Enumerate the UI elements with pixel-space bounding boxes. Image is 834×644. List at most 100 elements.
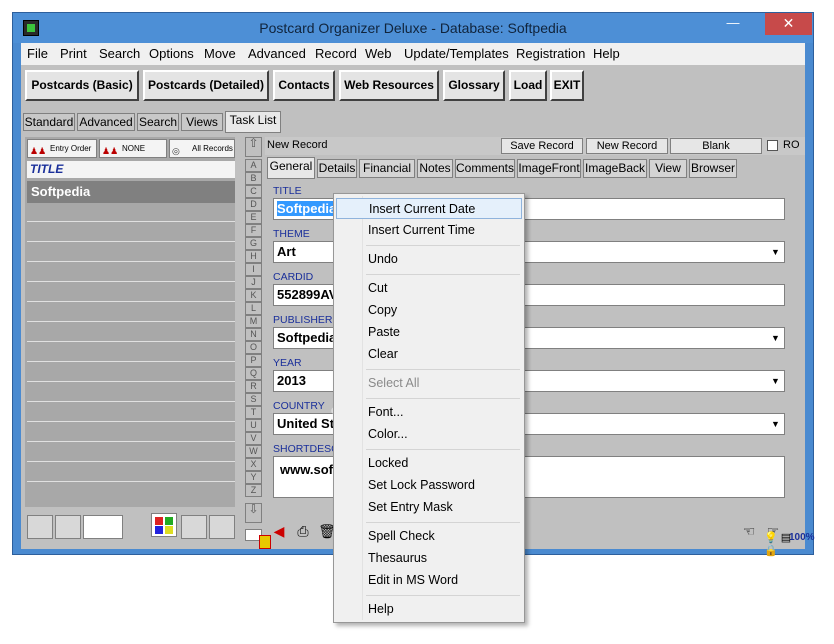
close-button[interactable]: ✕ bbox=[765, 13, 812, 35]
alpha-letter[interactable]: W bbox=[245, 445, 262, 458]
tab-standard[interactable]: Standard bbox=[23, 113, 75, 131]
tab-advanced[interactable]: Advanced bbox=[77, 113, 135, 131]
alpha-letter[interactable]: O bbox=[245, 341, 262, 354]
tab-imagefront[interactable]: ImageFront bbox=[517, 159, 581, 178]
alpha-letter[interactable]: B bbox=[245, 172, 262, 185]
alpha-letter[interactable]: Z bbox=[245, 484, 262, 497]
menu-options[interactable]: Options bbox=[149, 46, 194, 61]
scroll-down-arrow-icon[interactable]: ⇩ bbox=[245, 503, 262, 523]
menu-cut[interactable]: Cut bbox=[336, 278, 522, 299]
tab-details[interactable]: Details bbox=[317, 159, 357, 178]
menu-update-templates[interactable]: Update/Templates bbox=[404, 46, 509, 61]
menu-insert-current-date[interactable]: Insert Current Date bbox=[336, 198, 522, 219]
alpha-letter[interactable]: I bbox=[245, 263, 262, 276]
tab-browser[interactable]: Browser bbox=[689, 159, 737, 178]
menu-copy[interactable]: Copy bbox=[336, 300, 522, 321]
menu-undo[interactable]: Undo bbox=[336, 249, 522, 270]
alpha-letter[interactable]: P bbox=[245, 354, 262, 367]
blank-button[interactable]: Blank bbox=[670, 138, 762, 154]
menu-registration[interactable]: Registration bbox=[516, 46, 585, 61]
last-record-icon[interactable] bbox=[209, 515, 235, 539]
alpha-letter[interactable]: A bbox=[245, 159, 262, 172]
menu-web[interactable]: Web bbox=[365, 46, 392, 61]
alpha-letter[interactable]: N bbox=[245, 328, 262, 341]
print-icon[interactable]: ⎙ bbox=[293, 521, 313, 541]
menu-locked[interactable]: Locked bbox=[336, 453, 522, 474]
chevron-down-icon[interactable]: ▼ bbox=[769, 417, 782, 431]
chevron-down-icon[interactable]: ▼ bbox=[769, 374, 782, 388]
back-arrow-icon[interactable]: ◀ bbox=[269, 521, 289, 541]
prev-record-icon[interactable] bbox=[55, 515, 81, 539]
list-item[interactable]: Softpedia bbox=[27, 181, 235, 203]
tab-view[interactable]: View bbox=[649, 159, 687, 178]
menu-insert-current-time[interactable]: Insert Current Time bbox=[336, 220, 522, 241]
point-left-icon[interactable]: ☜ bbox=[739, 521, 759, 541]
ro-checkbox[interactable] bbox=[767, 140, 778, 151]
alpha-letter[interactable]: M bbox=[245, 315, 262, 328]
entry-order-button[interactable]: ♟♟ Entry Order bbox=[27, 139, 97, 158]
alpha-letter[interactable]: H bbox=[245, 250, 262, 263]
first-record-icon[interactable] bbox=[27, 515, 53, 539]
alpha-letter[interactable]: J bbox=[245, 276, 262, 289]
menu-advanced[interactable]: Advanced bbox=[248, 46, 306, 61]
all-records-button[interactable]: ◎ All Records bbox=[169, 139, 235, 158]
contacts-button[interactable]: Contacts bbox=[273, 70, 335, 101]
menu-thesaurus[interactable]: Thesaurus bbox=[336, 548, 522, 569]
scroll-up-arrow-icon[interactable]: ⇧ bbox=[245, 137, 262, 157]
next-record-icon[interactable] bbox=[181, 515, 207, 539]
load-button[interactable]: Load bbox=[509, 70, 547, 101]
list-column-header[interactable]: TITLE bbox=[27, 161, 235, 178]
tab-task-list[interactable]: Task List bbox=[225, 111, 281, 133]
alpha-letter[interactable]: S bbox=[245, 393, 262, 406]
web-resources-button[interactable]: Web Resources bbox=[339, 70, 439, 101]
tab-comments[interactable]: Comments bbox=[455, 159, 515, 178]
menu-print[interactable]: Print bbox=[60, 46, 87, 61]
alpha-letter[interactable]: Q bbox=[245, 367, 262, 380]
chevron-down-icon[interactable]: ▼ bbox=[769, 331, 782, 345]
alpha-letter[interactable]: Y bbox=[245, 471, 262, 484]
alpha-letter[interactable]: G bbox=[245, 237, 262, 250]
menu-edit-in-ms-word[interactable]: Edit in MS Word bbox=[336, 570, 522, 591]
menu-spell-check[interactable]: Spell Check bbox=[336, 526, 522, 547]
exit-button[interactable]: EXIT bbox=[550, 70, 584, 101]
menu-set-lock-password[interactable]: Set Lock Password bbox=[336, 475, 522, 496]
menu-set-entry-mask[interactable]: Set Entry Mask bbox=[336, 497, 522, 518]
record-number-input[interactable] bbox=[83, 515, 123, 539]
alpha-letter[interactable]: C bbox=[245, 185, 262, 198]
abc-sort-icon[interactable] bbox=[151, 513, 177, 537]
alpha-letter[interactable]: R bbox=[245, 380, 262, 393]
menu-paste[interactable]: Paste bbox=[336, 322, 522, 343]
alpha-letter[interactable]: X bbox=[245, 458, 262, 471]
alpha-letter[interactable]: K bbox=[245, 289, 262, 302]
menu-file[interactable]: File bbox=[27, 46, 48, 61]
menu-move[interactable]: Move bbox=[204, 46, 236, 61]
none-button[interactable]: ♟♟ NONE bbox=[99, 139, 167, 158]
menu-font[interactable]: Font... bbox=[336, 402, 522, 423]
menu-help[interactable]: Help bbox=[593, 46, 620, 61]
glossary-button[interactable]: Glossary bbox=[443, 70, 505, 101]
menu-clear[interactable]: Clear bbox=[336, 344, 522, 365]
minimize-button[interactable]: — bbox=[719, 13, 747, 35]
chevron-down-icon[interactable]: ▼ bbox=[769, 245, 782, 259]
save-record-button[interactable]: Save Record bbox=[501, 138, 583, 154]
tab-general[interactable]: General bbox=[267, 157, 315, 179]
menu-color[interactable]: Color... bbox=[336, 424, 522, 445]
alpha-letter[interactable]: D bbox=[245, 198, 262, 211]
menu-record[interactable]: Record bbox=[315, 46, 357, 61]
alpha-letter[interactable]: T bbox=[245, 406, 262, 419]
alpha-letter[interactable]: V bbox=[245, 432, 262, 445]
tab-imageback[interactable]: ImageBack bbox=[583, 159, 647, 178]
alpha-letter[interactable]: E bbox=[245, 211, 262, 224]
new-record-button[interactable]: New Record bbox=[586, 138, 668, 154]
alpha-letter[interactable]: U bbox=[245, 419, 262, 432]
alpha-letter[interactable]: F bbox=[245, 224, 262, 237]
postcards-basic-button[interactable]: Postcards (Basic) bbox=[25, 70, 139, 101]
tab-views[interactable]: Views bbox=[181, 113, 223, 131]
tab-financial[interactable]: Financial bbox=[359, 159, 415, 178]
menu-help-item[interactable]: Help bbox=[336, 599, 522, 620]
menu-search[interactable]: Search bbox=[99, 46, 140, 61]
tab-notes[interactable]: Notes bbox=[417, 159, 453, 178]
postcards-detailed-button[interactable]: Postcards (Detailed) bbox=[143, 70, 269, 101]
tab-search[interactable]: Search bbox=[137, 113, 179, 131]
alpha-letter[interactable]: L bbox=[245, 302, 262, 315]
